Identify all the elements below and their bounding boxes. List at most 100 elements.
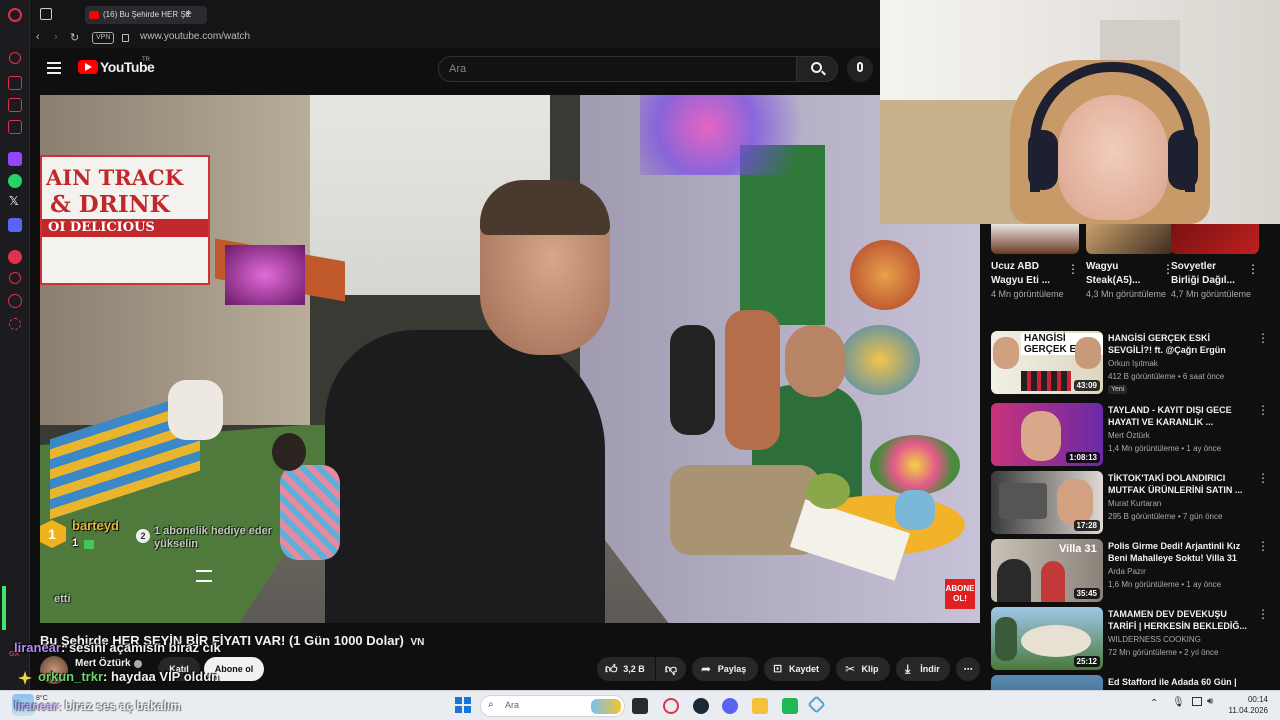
scissors-icon: ✂ [845, 662, 856, 676]
clip-button[interactable]: ✂ Klip [836, 657, 890, 681]
recommendation-item[interactable]: 1:08:13 TAYLAND - KAYIT DIŞI GECE HAYATI… [991, 403, 1276, 467]
file-explorer-icon[interactable] [752, 698, 768, 714]
overlay-stack-icon [196, 570, 212, 582]
youtube-favicon-icon [89, 11, 99, 19]
forward-icon[interactable]: › [54, 31, 58, 43]
tab-menu-icon[interactable] [40, 8, 52, 20]
hamburger-menu-icon[interactable] [47, 62, 61, 74]
more-options-icon[interactable]: ⋮ [1067, 262, 1079, 276]
webcam-overlay [880, 0, 1280, 224]
new-badge: Yeni [1108, 385, 1128, 394]
taskbar-date: 11.04.2026 [1228, 706, 1268, 715]
like-button[interactable]: 👍︎ 3,2 B [597, 657, 655, 681]
opera-gx-taskbar-icon[interactable] [663, 698, 679, 714]
top-card-3[interactable]: Sovyetler Birliği Dağıl... 4,7 Mn görünt… [1171, 224, 1259, 301]
recommendation-channel[interactable]: Mert Öztürk [1108, 431, 1150, 440]
video-woman-black [670, 325, 715, 435]
new-tab-button[interactable]: + [185, 6, 192, 20]
player-icon[interactable] [8, 98, 22, 112]
recommendation-item[interactable]: 17:28 TİKTOK'TAKİ DOLANDIRICI MUTFAK ÜRÜ… [991, 471, 1276, 535]
more-options-icon[interactable]: ⋮ [1257, 331, 1269, 345]
taskbar-search-input[interactable]: ⌕ Ara [480, 695, 625, 717]
video-woman-left [168, 380, 223, 440]
more-options-icon[interactable]: ⋮ [1247, 262, 1259, 276]
reload-icon[interactable]: ↻ [70, 31, 79, 44]
vpn-badge[interactable]: VPN [92, 32, 115, 44]
top-card-2[interactable]: Wagyu Steak(A5)... 4,3 Mn görüntüleme ⋮ [1086, 224, 1174, 301]
download-button[interactable]: ⤓ İndir [896, 657, 950, 681]
top-card-1[interactable]: Ucuz ABD Wagyu Eti ... 4 Mn görüntüleme … [991, 224, 1079, 301]
url-field[interactable]: www.youtube.com/watch [140, 31, 250, 42]
tray-mic-icon[interactable]: 🎙︎ [1172, 697, 1185, 708]
tab-bar: (16) Bu Şehirde HER ŞE + [30, 0, 880, 28]
back-icon[interactable]: ‹ [36, 31, 40, 43]
discord-icon[interactable] [8, 218, 22, 232]
recommendation-item[interactable]: Villa 31 35:45 Polis Girme Dedi! Arjanti… [991, 539, 1276, 603]
search-highlight-icon [591, 699, 621, 714]
steam-icon[interactable] [693, 698, 709, 714]
extensions-icon[interactable] [8, 294, 22, 308]
recommendation-thumbnail: HANGİSİ GERÇEK EX? 43:09 [991, 331, 1103, 394]
tray-volume-icon[interactable]: 🔊︎ [1207, 696, 1213, 707]
opera-sidebar: 𝕏 GX [0, 0, 30, 690]
voice-search-button[interactable] [847, 56, 873, 82]
gift-text-1: 1 abonelik hediye eder [154, 525, 272, 537]
music-icon[interactable] [8, 250, 22, 264]
twitch-icon[interactable] [8, 152, 22, 166]
recommendation-title: TİKTOK'TAKİ DOLANDIRICI MUTFAK ÜRÜNLERİN… [1108, 473, 1243, 495]
channel-name[interactable]: Mert Öztürk [75, 658, 131, 669]
more-options-icon[interactable]: ⋮ [1257, 607, 1269, 621]
opera-logo-icon[interactable] [8, 8, 22, 22]
chat-username: liranear [14, 699, 58, 713]
more-options-icon[interactable]: ⋮ [1257, 403, 1269, 417]
sub-badge-icon [84, 540, 94, 549]
app-taskbar-icon[interactable] [782, 698, 798, 714]
more-horizontal-icon: ⋯ [963, 664, 973, 674]
recommendation-thumbnail: 1:08:13 [991, 403, 1103, 466]
share-button[interactable]: ➦ Paylaş [692, 657, 758, 681]
recommendation-channel[interactable]: Murat Kurtaran [1108, 499, 1161, 508]
discord-taskbar-icon[interactable] [722, 698, 738, 714]
recommendation-channel[interactable]: WILDERNESS COOKING [1108, 635, 1201, 644]
whatsapp-icon[interactable] [8, 174, 22, 188]
chat-text: haydaa VIP oldun [110, 669, 220, 684]
video-player[interactable]: AIN TRACK & DRINK OI DELICIOUS ABONE OL!… [40, 95, 980, 623]
taskbar-clock[interactable]: 00:14 11.04.2026 [1228, 694, 1268, 716]
youtube-logo-icon[interactable] [78, 60, 98, 74]
youtube-region: TR [142, 57, 150, 63]
video-child [280, 465, 340, 560]
save-button[interactable]: ⊡ Kaydet [764, 657, 830, 681]
gx-corner-icon[interactable] [8, 120, 22, 134]
search-input[interactable]: Ara [438, 56, 798, 82]
recommendation-channel[interactable]: Arda Pazır [1108, 567, 1146, 576]
settings-taskbar-icon[interactable] [807, 695, 826, 714]
recommendation-item[interactable]: 25:12 TAMAMEN DEV DEVEKUŞU TARİFİ | HERK… [991, 607, 1276, 671]
more-options-icon[interactable]: ⋮ [1257, 471, 1269, 485]
clip-label: Klip [861, 664, 879, 674]
clock-icon[interactable] [9, 272, 21, 284]
search-button[interactable] [796, 56, 838, 82]
recommendation-item[interactable]: HANGİSİ GERÇEK EX? 43:09 HANGİSİ GERÇEK … [991, 331, 1276, 395]
video-neon-lights [225, 245, 305, 305]
settings-icon[interactable] [9, 318, 21, 330]
windows-start-icon[interactable] [455, 697, 471, 713]
chat-username: orkun_trkr [38, 669, 104, 684]
recommendation-meta: 72 Mn görüntüleme • 2 yıl önce [1108, 648, 1219, 657]
duration-badge: 17:28 [1073, 520, 1100, 531]
task-view-icon[interactable] [632, 698, 648, 714]
chat-message: liranear: biraz ses aç bakalım [14, 699, 181, 713]
history-icon[interactable] [9, 52, 21, 64]
tray-network-icon[interactable] [1192, 697, 1202, 706]
overlay-small-name: etti [54, 593, 71, 605]
more-actions-button[interactable]: ⋯ [956, 657, 980, 681]
gaming-icon[interactable] [8, 76, 22, 90]
recommendation-item[interactable]: Ed Stafford ile Adada 60 Gün | [991, 675, 1276, 690]
dislike-button[interactable]: 👎︎ [656, 657, 686, 681]
more-options-icon[interactable]: ⋮ [1257, 539, 1269, 553]
download-label: İndir [920, 664, 940, 674]
video-flowers [870, 435, 960, 495]
chat-text: biraz ses aç bakalım [64, 699, 181, 713]
x-twitter-icon[interactable]: 𝕏 [9, 194, 19, 208]
recommendation-channel[interactable]: Orkun Işıtmak [1108, 359, 1158, 368]
tray-chevron-icon[interactable]: ⌃ [1150, 698, 1158, 709]
